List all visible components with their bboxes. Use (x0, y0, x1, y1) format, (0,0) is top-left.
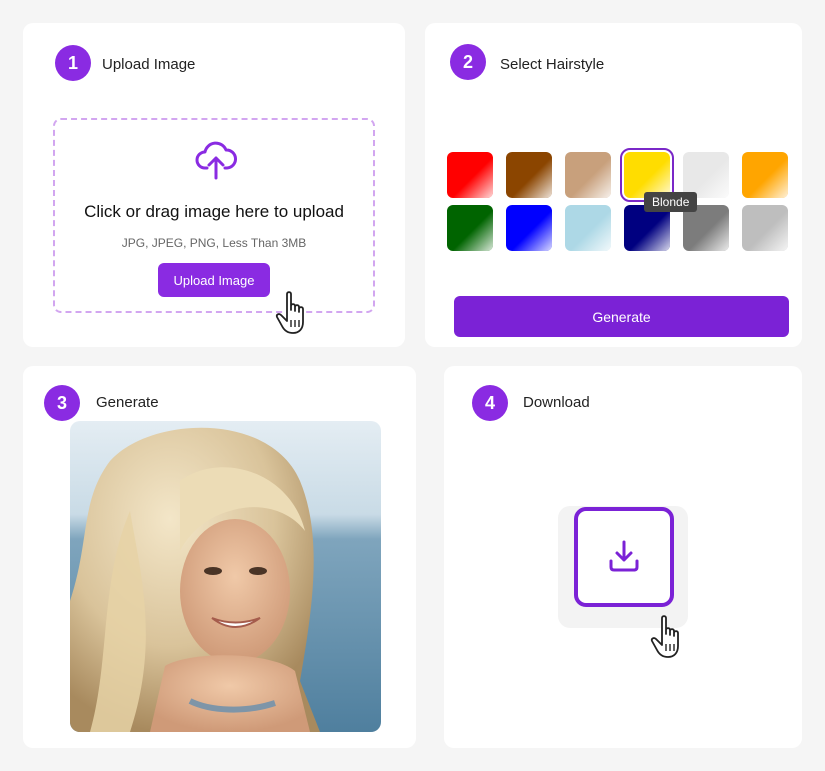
hair-color-swatch-orange[interactable] (742, 152, 788, 198)
step-number-badge: 4 (472, 385, 508, 421)
dropzone-subtitle: JPG, JPEG, PNG, Less Than 3MB (121, 236, 307, 250)
download-card: 4 Download (444, 366, 802, 748)
step-title: Generate (96, 394, 159, 411)
upload-image-button[interactable]: Upload Image (158, 263, 270, 297)
hairstyle-card: 2 Select Hairstyle Blonde Generate (425, 23, 802, 347)
download-icon (609, 540, 639, 572)
generate-card: 3 Generate (23, 366, 416, 748)
step-title: Download (523, 394, 590, 411)
download-button[interactable] (574, 507, 674, 607)
step-number-badge: 3 (44, 385, 80, 421)
hair-color-swatch-silver[interactable] (742, 205, 788, 251)
generate-button[interactable]: Generate (454, 296, 789, 337)
hair-color-swatch-green[interactable] (447, 205, 493, 251)
hair-color-swatch-red[interactable] (447, 152, 493, 198)
hair-color-swatch-blue[interactable] (506, 205, 552, 251)
hair-color-swatch-brown[interactable] (506, 152, 552, 198)
color-tooltip: Blonde (644, 192, 698, 212)
hair-color-swatch-light-blue[interactable] (565, 205, 611, 251)
cloud-upload-icon (195, 141, 237, 180)
generated-portrait-image (70, 421, 381, 732)
step-number-badge: 1 (55, 45, 91, 81)
dropzone-title: Click or drag image here to upload (84, 202, 344, 221)
upload-dropzone[interactable]: Click or drag image here to upload JPG, … (53, 118, 375, 334)
step-title: Upload Image (102, 56, 196, 73)
step-title: Select Hairstyle (500, 56, 605, 73)
hand-cursor-icon (650, 615, 679, 658)
hair-color-swatch-tan[interactable] (565, 152, 611, 198)
hand-cursor-icon (275, 291, 304, 334)
step-number-badge: 2 (450, 44, 486, 80)
upload-card: 1 Upload Image Click or drag image here … (23, 23, 405, 347)
